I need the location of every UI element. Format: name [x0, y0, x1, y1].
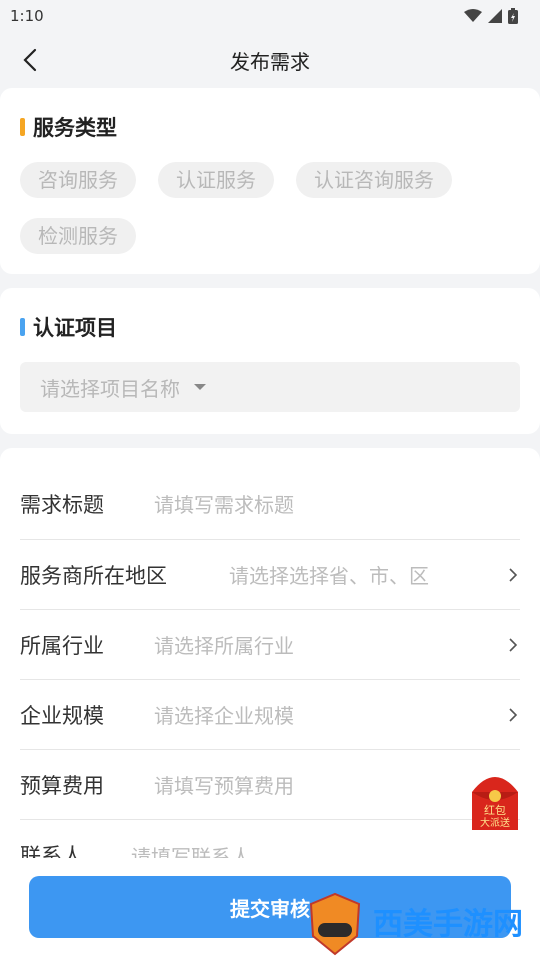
budget-input[interactable]: 请填写预算费用 — [154, 770, 294, 799]
service-type-card: 服务类型 咨询服务 认证服务 认证咨询服务 检测服务 — [0, 88, 540, 274]
page-title: 发布需求 — [230, 49, 310, 74]
chevron-right-icon — [509, 637, 518, 652]
service-type-label: 服务类型 — [33, 116, 117, 140]
form-row-region[interactable]: 服务商所在地区 请选择选择省、市、区 — [20, 540, 520, 610]
chip-consulting[interactable]: 咨询服务 — [20, 162, 136, 198]
project-name-placeholder: 请选择项目名称 — [40, 376, 180, 401]
chevron-right-icon — [509, 567, 518, 582]
dropdown-caret-icon — [194, 384, 206, 390]
app-header: 发布需求 — [0, 32, 540, 88]
form-row-title[interactable]: 需求标题 请填写需求标题 — [20, 448, 520, 540]
chevron-right-icon — [509, 707, 518, 722]
section-accent-bar — [20, 118, 25, 136]
region-select[interactable]: 请选择选择省、市、区 — [229, 560, 429, 589]
chevron-left-icon — [23, 48, 37, 72]
watermark: 西美手游网 — [305, 890, 540, 960]
row-label: 服务商所在地区 — [20, 563, 167, 588]
status-icons — [464, 8, 518, 24]
red-packet-line1: 红包 — [484, 804, 506, 817]
back-button[interactable] — [14, 44, 46, 76]
demand-form: 需求标题 请填写需求标题 服务商所在地区 请选择选择省、市、区 所属行业 请选择… — [0, 448, 540, 928]
watermark-logo: 西美手游网 — [309, 892, 523, 956]
watermark-text: 西美手游网 — [373, 907, 523, 942]
signal-icon — [488, 9, 502, 23]
battery-icon — [508, 8, 518, 24]
service-type-title: 服务类型 — [20, 112, 520, 142]
chip-testing[interactable]: 检测服务 — [20, 218, 136, 254]
red-packet-line2: 大派送 — [480, 816, 510, 829]
cert-project-card: 认证项目 请选择项目名称 — [0, 288, 540, 434]
form-row-scale[interactable]: 企业规模 请选择企业规模 — [20, 680, 520, 750]
form-row-industry[interactable]: 所属行业 请选择所属行业 — [20, 610, 520, 680]
project-name-select[interactable]: 请选择项目名称 — [20, 362, 520, 412]
wifi-icon — [464, 9, 482, 22]
title-input[interactable]: 请填写需求标题 — [154, 489, 294, 518]
service-type-options: 咨询服务 认证服务 认证咨询服务 检测服务 — [20, 162, 520, 254]
industry-select[interactable]: 请选择所属行业 — [154, 630, 294, 659]
form-row-budget[interactable]: 预算费用 请填写预算费用 — [20, 750, 520, 820]
row-label: 需求标题 — [20, 492, 104, 517]
chip-cert-consulting[interactable]: 认证咨询服务 — [296, 162, 452, 198]
chip-certification[interactable]: 认证服务 — [158, 162, 274, 198]
red-packet-button[interactable]: 红包 大派送 — [466, 768, 524, 832]
scale-select[interactable]: 请选择企业规模 — [154, 700, 294, 729]
status-bar: 1:10 — [0, 0, 540, 32]
cert-project-label: 认证项目 — [33, 316, 117, 340]
row-label: 企业规模 — [20, 703, 104, 728]
section-accent-bar — [20, 318, 25, 336]
red-packet-icon: 红包 大派送 — [472, 777, 518, 830]
row-label: 所属行业 — [20, 633, 104, 658]
status-time: 1:10 — [10, 7, 44, 25]
row-label: 预算费用 — [20, 773, 104, 798]
cert-project-title: 认证项目 — [20, 312, 520, 342]
